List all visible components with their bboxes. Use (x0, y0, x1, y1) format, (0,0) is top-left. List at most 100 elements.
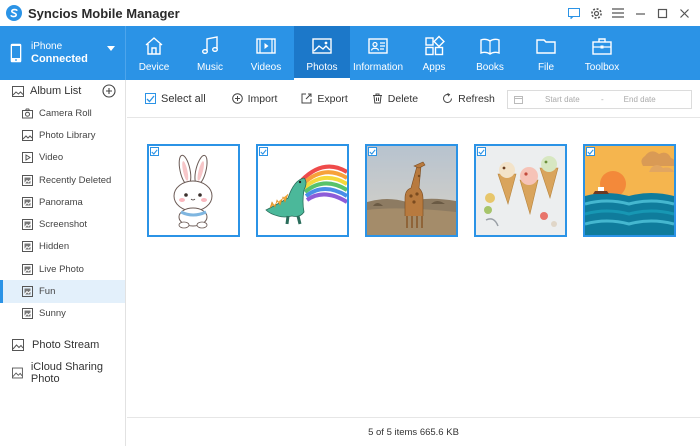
album-label: Photo Library (39, 129, 96, 141)
album-label: Fun (39, 286, 56, 298)
album-label: Video (39, 152, 64, 164)
date-separator: - (601, 95, 604, 104)
checkbox-checked-icon[interactable] (259, 147, 268, 156)
minimize-icon[interactable] (632, 5, 648, 21)
feedback-icon[interactable] (566, 5, 582, 21)
checkbox-checked-icon[interactable] (586, 147, 595, 156)
album-label: Screenshot (39, 219, 88, 231)
delete-button[interactable]: Delete (372, 93, 418, 105)
app-title: Syncios Mobile Manager (28, 5, 180, 21)
sidebar-item-recently-deleted[interactable]: Recently Deleted (0, 169, 125, 191)
sidebar-item-icloud-sharing-photo[interactable]: iCloud Sharing Photo (0, 359, 125, 387)
close-icon[interactable] (676, 5, 692, 21)
tab-label: Books (476, 62, 504, 73)
play-icon (22, 152, 33, 164)
photo-toolbar: Select all Import Export Delete Refresh … (127, 80, 700, 118)
tab-information[interactable]: Information (350, 26, 406, 80)
sidebar-item-camera-roll[interactable]: Camera Roll (0, 102, 125, 124)
tab-label: Videos (250, 62, 282, 73)
title-bar: Syncios Mobile Manager (0, 0, 700, 26)
sidebar-item-live-photo[interactable]: Live Photo (0, 258, 125, 280)
tab-photos[interactable]: Photos (294, 26, 350, 80)
tab-file[interactable]: File (518, 26, 574, 80)
tab-apps[interactable]: Apps (406, 26, 462, 80)
sidebar-item-sunny[interactable]: Sunny (0, 303, 125, 325)
add-album-icon[interactable] (102, 84, 116, 98)
import-label: Import (247, 92, 278, 105)
tab-toolbox[interactable]: Toolbox (574, 26, 630, 80)
bunny-illustration (149, 146, 238, 235)
photo-thumbnail-dinosaur-rainbow[interactable] (256, 144, 349, 237)
window-controls (566, 5, 692, 21)
start-date-input[interactable]: Start date (545, 95, 595, 104)
select-all-label: Select all (161, 92, 206, 105)
photo-thumbnail-bunny[interactable] (147, 144, 240, 237)
album-list-label: Album List (30, 85, 82, 97)
book-icon (480, 38, 500, 55)
sidebar-item-panorama[interactable]: Panorama (0, 191, 125, 213)
home-icon (145, 37, 163, 55)
photo-icon (22, 129, 33, 141)
device-selector[interactable]: iPhone Connected (0, 26, 126, 80)
import-button[interactable]: Import (231, 92, 278, 105)
select-all-checkbox[interactable]: Select all (145, 93, 206, 105)
toolbox-icon (592, 38, 612, 55)
items-summary: 5 of 5 items 665.6 KB (368, 426, 459, 438)
tab-device[interactable]: Device (126, 26, 182, 80)
album-list-icon (12, 85, 24, 97)
date-range-filter: Start date - End date (507, 90, 692, 109)
sidebar-item-hidden[interactable]: Hidden (0, 236, 125, 258)
tab-label: Information (352, 62, 404, 73)
album-icon (22, 286, 33, 298)
sidebar-item-photo-stream[interactable]: Photo Stream (0, 331, 125, 359)
device-name: iPhone (31, 41, 63, 52)
photo-stream-icon (12, 338, 24, 351)
checkbox-checked-icon[interactable] (477, 147, 486, 156)
tab-label: Toolbox (584, 62, 620, 73)
camera-icon (22, 108, 33, 119)
tab-label: File (537, 62, 555, 73)
tab-label: Device (138, 62, 170, 73)
plus-circle-icon (231, 93, 243, 104)
sidebar-item-fun[interactable]: Fun (0, 280, 125, 303)
album-label: Recently Deleted (39, 174, 112, 186)
menu-icon[interactable] (610, 5, 626, 21)
sidebar-item-screenshot[interactable]: Screenshot (0, 213, 125, 235)
tab-books[interactable]: Books (462, 26, 518, 80)
sidebar: Album List Camera Roll Photo Library Vid… (0, 80, 126, 446)
photo-thumbnail-ice-cream-cones[interactable] (474, 144, 567, 237)
paper-sea-sunset-image (585, 146, 674, 235)
syncios-logo-icon (6, 5, 22, 21)
export-icon (301, 93, 312, 104)
nav-tabs: Device Music Videos Photos Information A… (126, 26, 630, 80)
album-icon (22, 308, 33, 320)
album-label: Panorama (39, 196, 83, 208)
music-icon (202, 36, 218, 54)
sidebar-item-video[interactable]: Video (0, 147, 125, 169)
sidebar-item-photo-library[interactable]: Photo Library (0, 124, 125, 146)
status-bar: 5 of 5 items 665.6 KB (127, 417, 700, 446)
checkbox-checked-icon[interactable] (150, 147, 159, 156)
maximize-icon[interactable] (654, 5, 670, 21)
image-icon (312, 38, 332, 54)
tab-videos[interactable]: Videos (238, 26, 294, 80)
album-icon (22, 196, 33, 208)
refresh-button[interactable]: Refresh (442, 93, 495, 105)
calendar-icon[interactable] (514, 95, 523, 104)
end-date-input[interactable]: End date (624, 95, 674, 104)
export-button[interactable]: Export (301, 93, 348, 105)
album-label: Camera Roll (39, 107, 92, 119)
settings-gear-icon[interactable] (588, 5, 604, 21)
tab-label: Apps (422, 62, 446, 73)
checkbox-checked-icon[interactable] (368, 147, 377, 156)
top-navigation: iPhone Connected Device Music Videos Pho… (0, 26, 700, 80)
tab-music[interactable]: Music (182, 26, 238, 80)
photo-thumbnail-paper-sea-sunset[interactable] (583, 144, 676, 237)
icloud-share-icon (12, 367, 23, 379)
film-icon (256, 38, 276, 54)
refresh-icon (443, 93, 453, 103)
photo-thumbnail-giraffe[interactable] (365, 144, 458, 237)
album-icon (22, 219, 33, 231)
album-list-header[interactable]: Album List (0, 80, 125, 102)
checkbox-checked-icon (145, 93, 156, 104)
